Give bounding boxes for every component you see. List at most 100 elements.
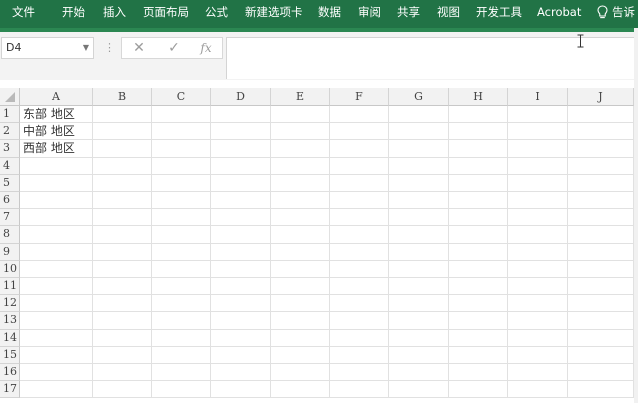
cell-j10[interactable]: [568, 260, 634, 278]
cell-h6[interactable]: [449, 192, 508, 210]
cell-j8[interactable]: [568, 226, 634, 244]
cell-f16[interactable]: [330, 364, 389, 382]
cell-d5[interactable]: [211, 174, 271, 192]
cell-e15[interactable]: [271, 346, 330, 364]
cell-j9[interactable]: [568, 243, 634, 261]
cell-i14[interactable]: [508, 329, 568, 347]
cell-j2[interactable]: [568, 123, 634, 141]
cell-e6[interactable]: [271, 192, 330, 210]
cell-h14[interactable]: [449, 329, 508, 347]
tell-me-search[interactable]: 告诉: [612, 3, 635, 21]
cell-i13[interactable]: [508, 312, 568, 330]
cell-e12[interactable]: [271, 295, 330, 313]
cell-g4[interactable]: [389, 157, 449, 175]
cell-c7[interactable]: [152, 209, 211, 227]
cell-e14[interactable]: [271, 329, 330, 347]
column-header-j[interactable]: J: [568, 88, 634, 106]
row-header-17[interactable]: 17: [0, 381, 20, 399]
cell-c1[interactable]: [152, 106, 211, 124]
cell-g3[interactable]: [389, 140, 449, 158]
cell-e2[interactable]: [271, 123, 330, 141]
cell-h5[interactable]: [449, 174, 508, 192]
column-header-e[interactable]: E: [271, 88, 330, 106]
cell-i9[interactable]: [508, 243, 568, 261]
row-header-6[interactable]: 6: [0, 192, 20, 210]
cell-j7[interactable]: [568, 209, 634, 227]
cell-h2[interactable]: [449, 123, 508, 141]
cell-b12[interactable]: [93, 295, 152, 313]
column-header-f[interactable]: F: [330, 88, 389, 106]
cell-g8[interactable]: [389, 226, 449, 244]
cell-j5[interactable]: [568, 174, 634, 192]
cell-e13[interactable]: [271, 312, 330, 330]
cell-a4[interactable]: [20, 157, 93, 175]
cell-c4[interactable]: [152, 157, 211, 175]
row-header-2[interactable]: 2: [0, 123, 20, 141]
cell-c13[interactable]: [152, 312, 211, 330]
cell-h9[interactable]: [449, 243, 508, 261]
cell-h8[interactable]: [449, 226, 508, 244]
row-header-9[interactable]: 9: [0, 243, 20, 261]
column-header-g[interactable]: G: [389, 88, 449, 106]
cell-h11[interactable]: [449, 278, 508, 296]
cell-b2[interactable]: [93, 123, 152, 141]
cell-c2[interactable]: [152, 123, 211, 141]
cell-g9[interactable]: [389, 243, 449, 261]
cell-i11[interactable]: [508, 278, 568, 296]
cell-d10[interactable]: [211, 260, 271, 278]
chevron-down-icon[interactable]: ▼: [83, 41, 89, 55]
row-header-16[interactable]: 16: [0, 364, 20, 382]
cell-h16[interactable]: [449, 364, 508, 382]
cell-d15[interactable]: [211, 346, 271, 364]
row-header-12[interactable]: 12: [0, 295, 20, 313]
cell-g14[interactable]: [389, 329, 449, 347]
worksheet-grid[interactable]: A B C D E F G H I J 1 东部 地区 2 中部 地区 3 西部 地区 4 5 6 7 8 9 10 11 12…: [0, 88, 638, 403]
cell-j1[interactable]: [568, 106, 634, 124]
cell-j14[interactable]: [568, 329, 634, 347]
cell-h7[interactable]: [449, 209, 508, 227]
cell-b15[interactable]: [93, 346, 152, 364]
tab-insert[interactable]: 插入: [103, 3, 126, 21]
cell-h10[interactable]: [449, 260, 508, 278]
cell-i12[interactable]: [508, 295, 568, 313]
cell-i8[interactable]: [508, 226, 568, 244]
cell-f13[interactable]: [330, 312, 389, 330]
cell-g2[interactable]: [389, 123, 449, 141]
cell-e10[interactable]: [271, 260, 330, 278]
cell-i4[interactable]: [508, 157, 568, 175]
cell-c3[interactable]: [152, 140, 211, 158]
cell-f2[interactable]: [330, 123, 389, 141]
cell-d2[interactable]: [211, 123, 271, 141]
cell-b17[interactable]: [93, 381, 152, 399]
tab-developer[interactable]: 开发工具: [476, 3, 522, 21]
cell-g6[interactable]: [389, 192, 449, 210]
cell-a12[interactable]: [20, 295, 93, 313]
cell-c6[interactable]: [152, 192, 211, 210]
tab-page-layout[interactable]: 页面布局: [143, 3, 189, 21]
cell-a5[interactable]: [20, 174, 93, 192]
tab-file[interactable]: 文件: [12, 3, 35, 21]
cell-f9[interactable]: [330, 243, 389, 261]
column-header-h[interactable]: H: [449, 88, 508, 106]
cell-a8[interactable]: [20, 226, 93, 244]
cell-a11[interactable]: [20, 278, 93, 296]
row-header-8[interactable]: 8: [0, 226, 20, 244]
cell-d17[interactable]: [211, 381, 271, 399]
tab-acrobat[interactable]: Acrobat: [537, 3, 581, 21]
cell-g13[interactable]: [389, 312, 449, 330]
cell-c11[interactable]: [152, 278, 211, 296]
cell-a1[interactable]: 东部 地区: [20, 106, 93, 124]
cell-e3[interactable]: [271, 140, 330, 158]
cell-i15[interactable]: [508, 346, 568, 364]
cell-b4[interactable]: [93, 157, 152, 175]
cell-c10[interactable]: [152, 260, 211, 278]
cell-j12[interactable]: [568, 295, 634, 313]
cell-i1[interactable]: [508, 106, 568, 124]
name-box[interactable]: D4 ▼: [1, 37, 94, 59]
tab-data[interactable]: 数据: [318, 3, 341, 21]
cell-h13[interactable]: [449, 312, 508, 330]
cell-e5[interactable]: [271, 174, 330, 192]
cell-d13[interactable]: [211, 312, 271, 330]
tab-home[interactable]: 开始: [62, 3, 85, 21]
cell-c5[interactable]: [152, 174, 211, 192]
